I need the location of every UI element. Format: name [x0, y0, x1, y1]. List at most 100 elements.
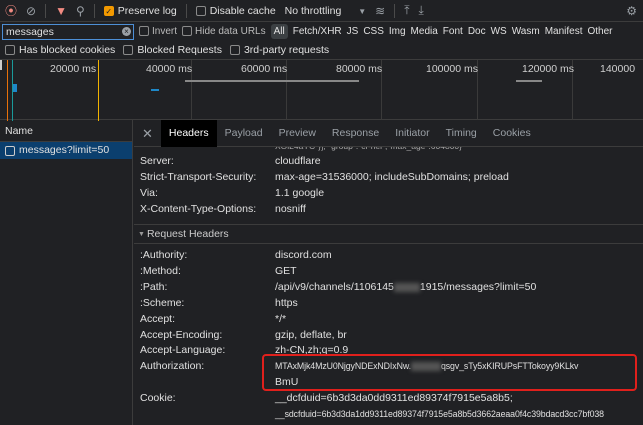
header-name: Accept-Language:: [140, 344, 226, 356]
divider: [45, 3, 47, 18]
throttling-value: No throttling: [284, 4, 342, 17]
type-filter-ws[interactable]: WS: [491, 26, 507, 37]
header-value: /api/v9/channels/1106145 1915/messages?li…: [275, 281, 536, 293]
network-conditions-icon[interactable]: ≋: [375, 4, 385, 18]
request-list: Name messages?limit=50: [0, 120, 133, 425]
request-bar: [185, 80, 359, 82]
header-value: 1.1 google: [275, 187, 325, 199]
request-bar: [516, 80, 542, 82]
invert-label: Invert: [152, 26, 178, 37]
tab-response[interactable]: Response: [324, 120, 387, 147]
highlight-box: [262, 354, 637, 391]
tick-label: 40000 ms: [146, 63, 193, 75]
type-filter-doc[interactable]: Doc: [468, 26, 486, 37]
tab-preview[interactable]: Preview: [271, 120, 324, 147]
tab-headers[interactable]: Headers: [160, 119, 217, 147]
tick-label: 60000 ms: [241, 63, 288, 75]
disable-cache-label: Disable cache: [209, 4, 276, 17]
request-headers-section[interactable]: ▼ Request Headers: [134, 224, 643, 244]
request-row[interactable]: messages?limit=50: [0, 142, 132, 159]
has-blocked-cookies-checkbox[interactable]: Has blocked cookies: [5, 44, 115, 56]
header-name: Accept-Encoding:: [140, 329, 223, 341]
gear-icon[interactable]: ⚙: [626, 4, 637, 18]
type-filter-img[interactable]: Img: [389, 26, 406, 37]
section-title: Request Headers: [146, 228, 229, 240]
tab-payload[interactable]: Payload: [217, 120, 271, 147]
third-party-requests-label: 3rd-party requests: [243, 44, 330, 56]
header-value: __dcfduid=6b3d3da0dd9311ed89374f7915e5a8…: [275, 392, 513, 404]
has-blocked-cookies-label: Has blocked cookies: [19, 44, 116, 56]
preserve-log-label: Preserve log: [117, 4, 177, 17]
header-value-continued: __sdcfduid=6b3d3da1dd9311ed89374f7915e5a…: [275, 409, 604, 419]
tick-label: 100000 ms: [426, 63, 478, 75]
close-icon[interactable]: ✕: [134, 120, 161, 147]
type-filter-all[interactable]: All: [270, 24, 288, 39]
marker-line: [98, 60, 99, 121]
dom-content-loaded-marker: [7, 60, 8, 121]
path-part: /api/v9/channels/1106145: [275, 281, 394, 293]
header-value: GET: [275, 265, 297, 277]
detail-tabs: ✕ Headers Payload Preview Response Initi…: [134, 119, 643, 147]
header-name: :Scheme:: [140, 297, 185, 309]
divider: [185, 3, 187, 18]
extra-filters: Has blocked cookies Blocked Requests 3rd…: [0, 41, 329, 59]
preserve-log-checkbox[interactable]: ✓ Preserve log: [103, 4, 177, 17]
type-filter-other[interactable]: Other: [587, 26, 612, 37]
chevron-down-icon: ▼: [358, 6, 367, 16]
header-name: :Method:: [140, 265, 181, 277]
type-filter-wasm[interactable]: Wasm: [512, 26, 540, 37]
header-name: Strict-Transport-Security:: [140, 171, 257, 183]
header-name: :Path:: [140, 281, 168, 293]
overview-handle-left[interactable]: [0, 60, 2, 70]
search-icon[interactable]: ⚲: [76, 4, 85, 18]
throttling-select[interactable]: No throttling ▼: [285, 5, 366, 17]
request-bar: [13, 84, 17, 92]
export-har-icon[interactable]: ⤓: [419, 3, 424, 18]
timeline-overview[interactable]: 20000 ms 40000 ms 60000 ms 80000 ms 1000…: [0, 59, 643, 121]
header-name: Cookie:: [140, 392, 176, 404]
path-part: 1915/messages?limit=50: [419, 281, 537, 293]
tick-label: 80000 ms: [336, 63, 383, 75]
blocked-requests-checkbox[interactable]: Blocked Requests: [123, 44, 222, 56]
request-name: messages?limit=50: [19, 144, 110, 156]
type-filter-font[interactable]: Font: [443, 26, 463, 37]
tab-initiator[interactable]: Initiator: [387, 120, 437, 147]
blocked-requests-label: Blocked Requests: [137, 44, 222, 56]
divider: [394, 3, 396, 18]
name-column-header[interactable]: Name: [0, 120, 132, 142]
filter-input[interactable]: messages ×: [2, 23, 134, 40]
header-name: X-Content-Type-Options:: [140, 203, 257, 215]
type-filter-fetch-xhr[interactable]: Fetch/XHR: [293, 26, 342, 37]
type-filter-media[interactable]: Media: [411, 26, 438, 37]
type-filter-css[interactable]: CSS: [363, 26, 384, 37]
third-party-requests-checkbox[interactable]: 3rd-party requests: [229, 44, 330, 56]
stop-recording-icon[interactable]: ⦿: [5, 2, 17, 19]
filter-icon[interactable]: ▼: [55, 4, 67, 18]
clear-icon[interactable]: ⊘: [26, 4, 36, 18]
hide-data-urls-checkbox[interactable]: Hide data URLs: [182, 26, 266, 37]
header-value: https: [275, 297, 298, 309]
tab-cookies[interactable]: Cookies: [485, 120, 539, 147]
tick-label: 20000 ms: [50, 63, 97, 75]
toolbar: ⦿ ⊘ ▼ ⚲ ✓ Preserve log Disable cache No t…: [0, 0, 643, 22]
triangle-down-icon: ▼: [138, 230, 145, 238]
redacted-blur: [393, 282, 420, 292]
header-name: :Authority:: [140, 249, 188, 261]
import-har-icon[interactable]: ⤒: [404, 3, 409, 18]
header-value: */*: [275, 313, 287, 325]
document-icon: [5, 145, 15, 156]
header-value: nosniff: [275, 203, 306, 215]
tick-label: 140000: [600, 63, 636, 75]
header-value: max-age=31536000; includeSubDomains; pre…: [275, 171, 509, 183]
disable-cache-checkbox[interactable]: Disable cache: [195, 4, 276, 17]
type-filter-js[interactable]: JS: [347, 26, 359, 37]
type-filter-manifest[interactable]: Manifest: [545, 26, 583, 37]
tick-label: 120000 ms: [522, 63, 574, 75]
header-value: gzip, deflate, br: [275, 329, 347, 341]
header-value: cloudflare: [275, 155, 321, 167]
header-name: Via:: [140, 187, 158, 199]
tab-timing[interactable]: Timing: [438, 120, 485, 147]
invert-checkbox[interactable]: Invert: [139, 26, 177, 37]
divider: [93, 3, 95, 18]
clear-filter-icon[interactable]: ×: [122, 27, 131, 36]
